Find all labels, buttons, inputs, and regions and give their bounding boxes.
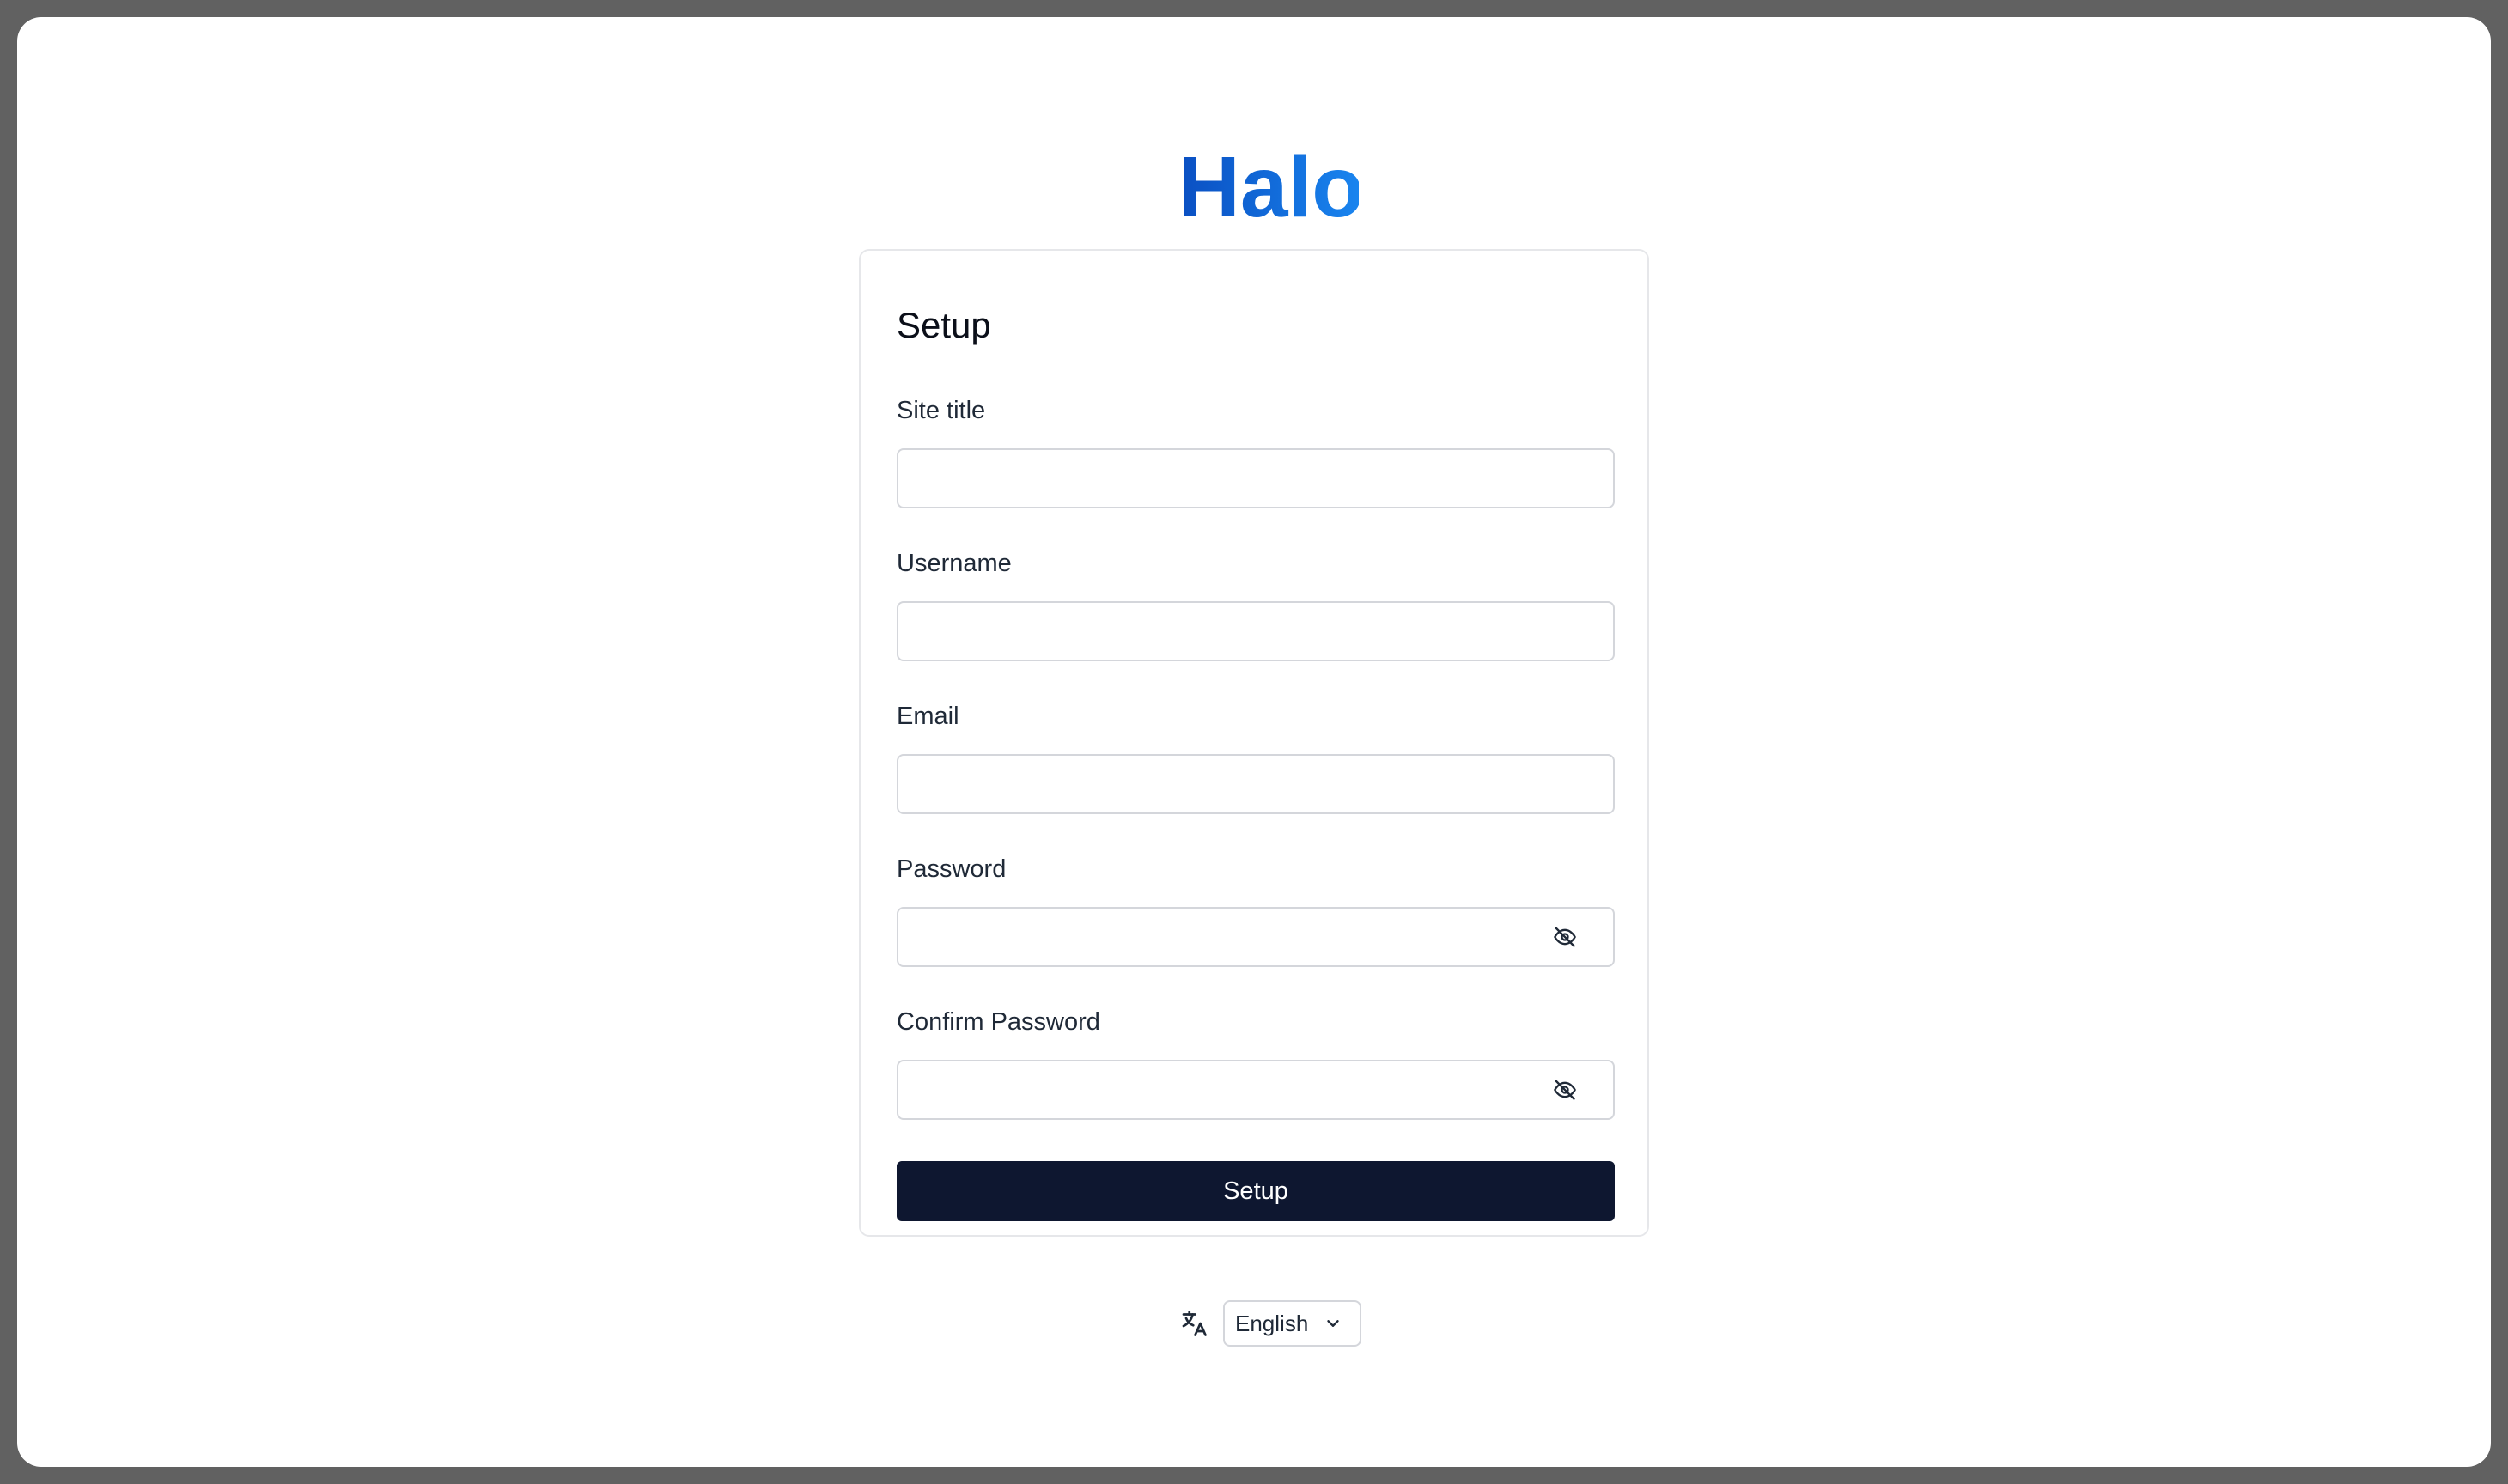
- setup-card: Setup Site title Username Email Password…: [859, 249, 1649, 1237]
- site-title-label: Site title: [897, 397, 986, 424]
- app-window: Halo Setup Site title Username Email Pas…: [17, 17, 2491, 1467]
- halo-logo: Halo: [1184, 137, 1359, 234]
- email-label: Email: [897, 702, 959, 730]
- eye-off-icon[interactable]: [1551, 923, 1579, 951]
- confirm-password-input[interactable]: [897, 1060, 1615, 1120]
- language-switcher: English: [1177, 1300, 1362, 1347]
- confirm-password-label: Confirm Password: [897, 1008, 1100, 1036]
- site-title-input[interactable]: [897, 448, 1615, 508]
- language-selected-label: English: [1235, 1310, 1309, 1336]
- password-label: Password: [897, 855, 1007, 883]
- language-select[interactable]: English: [1223, 1300, 1362, 1347]
- setup-button[interactable]: Setup: [897, 1161, 1615, 1221]
- email-input[interactable]: [897, 754, 1615, 814]
- translate-icon: [1177, 1306, 1211, 1341]
- chevron-down-icon: [1324, 1314, 1342, 1333]
- username-input[interactable]: [897, 601, 1615, 661]
- username-label: Username: [897, 550, 1012, 577]
- eye-off-icon[interactable]: [1551, 1076, 1579, 1104]
- password-input[interactable]: [897, 907, 1615, 967]
- page-title: Setup: [897, 305, 991, 345]
- logo-wordmark: Halo: [1184, 139, 1359, 234]
